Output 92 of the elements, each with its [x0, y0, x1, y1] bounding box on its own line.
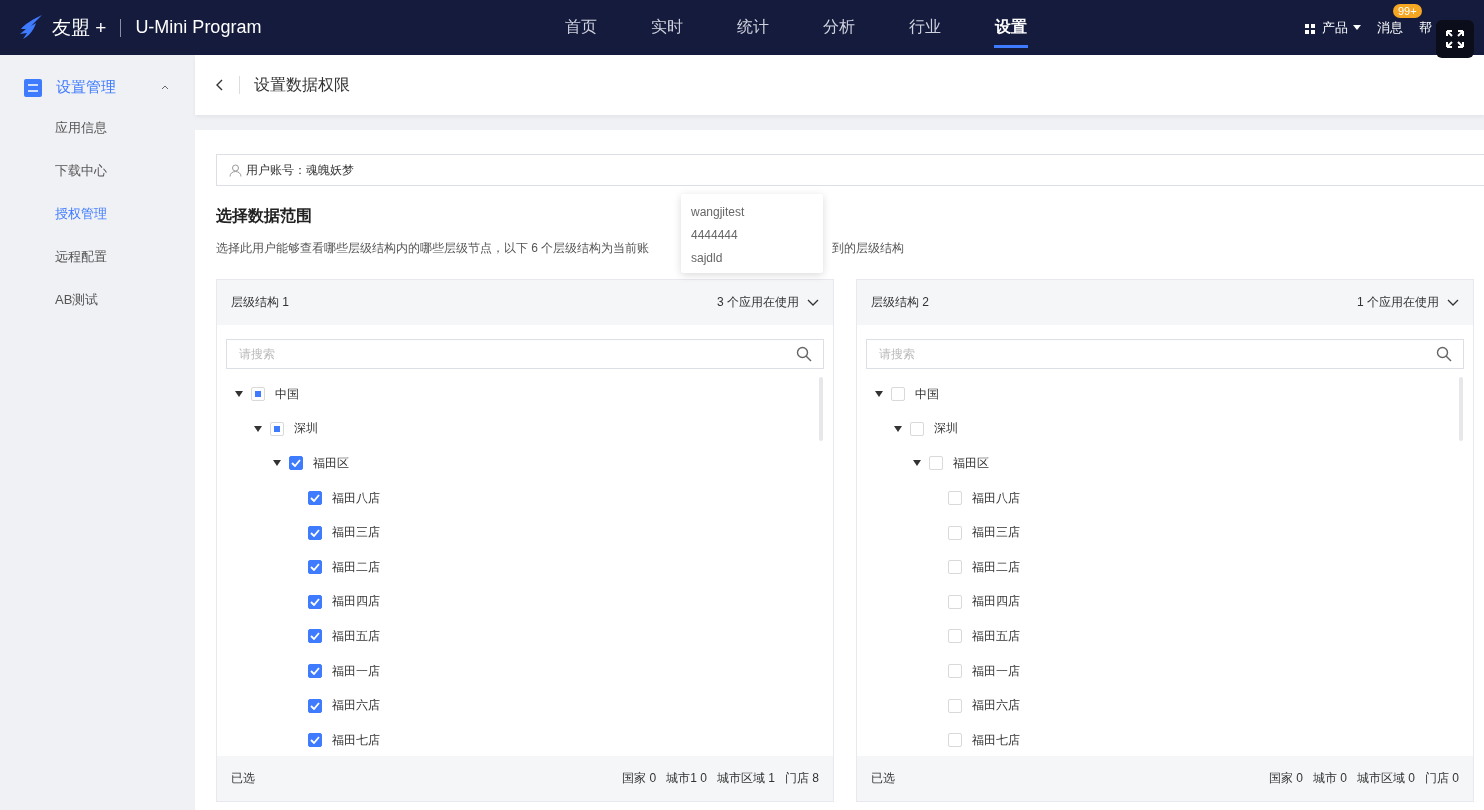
count-text: 门店 0: [1425, 770, 1459, 787]
tree-node-label[interactable]: 福田八店: [972, 489, 1020, 507]
search-icon[interactable]: [1436, 346, 1452, 362]
caret-icon[interactable]: [273, 460, 281, 467]
tooltip-item: sajdld: [691, 250, 723, 265]
checkbox[interactable]: [289, 456, 303, 471]
tooltip-item: 4444444: [691, 227, 738, 242]
tree-node-label[interactable]: 福田区: [313, 455, 349, 472]
user-icon: [229, 163, 242, 177]
count-text: 城市 0: [1312, 770, 1347, 787]
count-text: 国家 0: [1268, 770, 1303, 787]
search-icon[interactable]: [796, 346, 812, 362]
checkbox[interactable]: [308, 733, 322, 748]
nav-tab[interactable]: 实时: [624, 0, 710, 55]
tree-node-label[interactable]: 深圳: [294, 420, 318, 438]
apps-icon[interactable]: [1305, 21, 1317, 34]
tree-node-label[interactable]: 福田六店: [332, 697, 380, 715]
help-link[interactable]: 帮: [1419, 18, 1432, 37]
back-icon[interactable]: [215, 78, 225, 92]
description: 选择此用户能够查看哪些层级结构内的哪些层级节点，以下 6 个层级结构为当前账: [216, 241, 650, 255]
nav-tab[interactable]: 统计: [710, 0, 796, 55]
tree-node-label[interactable]: 福田二店: [972, 558, 1020, 576]
count-text: 国家 0: [622, 770, 657, 787]
brand-name: 友盟 +: [52, 15, 107, 40]
chevron-icon[interactable]: [1447, 299, 1459, 306]
page-title: 设置数据权限: [254, 74, 350, 95]
checkbox[interactable]: [308, 594, 322, 609]
panel-title: 层级结构 1: [231, 294, 289, 311]
description: 到的层级结构: [832, 240, 904, 257]
apps-dropdown[interactable]: 3 个应用在使用: [717, 294, 819, 311]
product-name: U-Mini Program: [135, 17, 262, 38]
count-text: 城市1 0: [666, 770, 707, 787]
selected-label: 已选: [231, 770, 255, 787]
messages-link[interactable]: 消息: [1377, 19, 1403, 35]
fullscreen-icon: [1445, 29, 1465, 49]
count-text: 城市区域 0: [1356, 770, 1415, 787]
tree-node-label[interactable]: 中国: [275, 385, 299, 403]
sidebar-item[interactable]: AB测试: [0, 278, 195, 321]
tree-node-label[interactable]: 福田四店: [332, 593, 380, 611]
sidebar-item[interactable]: 下载中心: [0, 149, 195, 192]
settings-icon: [24, 78, 42, 97]
caret-icon[interactable]: [1353, 25, 1361, 30]
tree-node-label[interactable]: 福田六店: [972, 697, 1020, 715]
nav-tab[interactable]: 分析: [796, 0, 882, 55]
tooltip-item: wangjitest: [691, 204, 745, 219]
apps-dropdown[interactable]: 1 个应用在使用: [1357, 294, 1459, 311]
search-field[interactable]: 请搜索: [866, 339, 1464, 369]
sidebar-item[interactable]: 远程配置: [0, 235, 195, 278]
caret-icon[interactable]: [894, 425, 902, 432]
tree-node-label[interactable]: 福田一店: [332, 662, 380, 680]
sidebar-item[interactable]: 应用信息: [0, 106, 195, 149]
tree-node-label[interactable]: 福田五店: [972, 627, 1020, 645]
checkbox[interactable]: [308, 560, 322, 575]
nav-tab[interactable]: 行业: [882, 0, 968, 55]
search-field[interactable]: 请搜索: [226, 339, 824, 369]
caret-icon[interactable]: [913, 460, 921, 467]
chevron-icon[interactable]: [161, 85, 169, 90]
count-text: 门店 8: [785, 770, 819, 787]
chevron-icon[interactable]: [807, 299, 819, 306]
sidebar-group[interactable]: 设置管理: [56, 78, 116, 97]
selected-label: 已选: [871, 770, 895, 787]
tree-node-label[interactable]: 福田八店: [332, 489, 380, 507]
fullscreen-button[interactable]: [1436, 20, 1474, 58]
tree-node-label[interactable]: 中国: [915, 385, 939, 403]
checkbox[interactable]: [308, 664, 322, 679]
checkbox[interactable]: [308, 525, 322, 540]
tree-node-label[interactable]: 福田二店: [332, 558, 380, 576]
nav-tab[interactable]: 设置: [968, 0, 1054, 55]
sidebar-item[interactable]: 授权管理: [0, 192, 195, 235]
count-text: 城市区域 1: [716, 770, 775, 787]
checkbox[interactable]: [308, 629, 322, 644]
tree-node-label[interactable]: 深圳: [934, 420, 958, 438]
tree-node-label[interactable]: 福田区: [953, 455, 989, 472]
caret-icon[interactable]: [875, 391, 883, 398]
products-menu[interactable]: 产品: [1322, 18, 1348, 37]
tree-node-label[interactable]: 福田三店: [332, 524, 380, 542]
checkbox[interactable]: [308, 698, 322, 713]
bird-logo-icon: [18, 13, 44, 42]
nav-tab[interactable]: 首页: [538, 0, 624, 55]
section-title: 选择数据范围: [216, 206, 312, 226]
tree-node-label[interactable]: 福田七店: [972, 731, 1020, 749]
panel-title: 层级结构 2: [871, 294, 929, 311]
tree-node-label[interactable]: 福田七店: [332, 731, 380, 749]
account-text: 用户账号：魂魄妖梦: [246, 161, 354, 179]
tree-node-label[interactable]: 福田五店: [332, 627, 380, 645]
checkbox[interactable]: [308, 491, 322, 506]
tree-node-label[interactable]: 福田三店: [972, 524, 1020, 542]
caret-icon[interactable]: [254, 425, 262, 432]
tree-node-label[interactable]: 福田四店: [972, 593, 1020, 611]
caret-icon[interactable]: [235, 391, 243, 398]
tree-node-label[interactable]: 福田一店: [972, 662, 1020, 680]
message-badge: 99+: [1393, 3, 1422, 18]
